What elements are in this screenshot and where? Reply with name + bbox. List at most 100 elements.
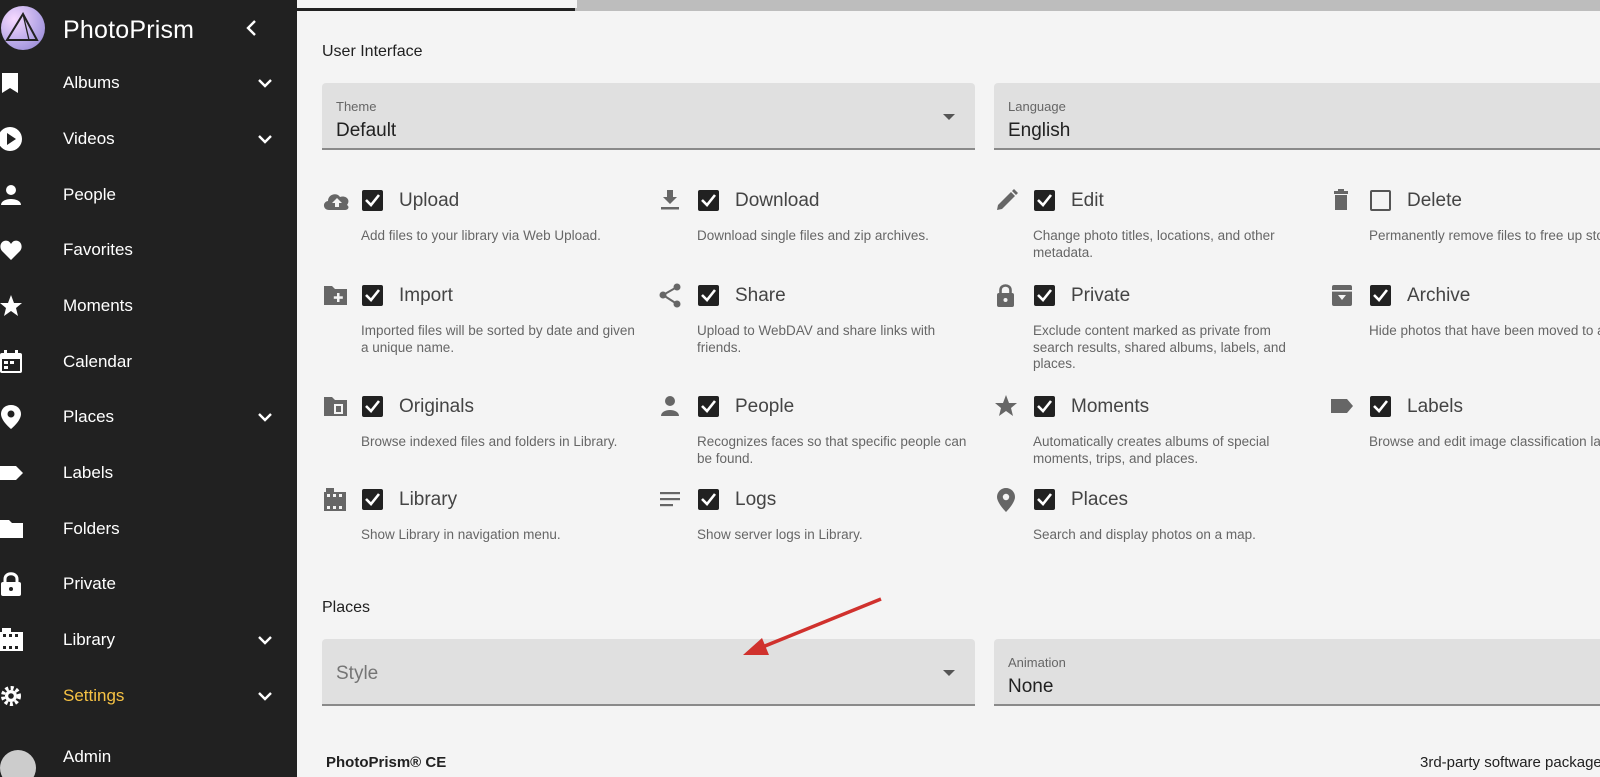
section-title-user-interface: User Interface: [322, 43, 423, 60]
footer-third-party-link[interactable]: 3rd-party software packages: [1420, 754, 1600, 771]
option-description: Show Library in navigation menu.: [361, 527, 561, 542]
option-description: Search and display photos on a map.: [1033, 527, 1256, 542]
delete-checkbox[interactable]: [1370, 190, 1391, 211]
option-title: People: [735, 396, 795, 417]
film-icon: [324, 488, 346, 511]
option-title: Archive: [1407, 285, 1471, 306]
option-description: Add files to your library via Web Upload…: [361, 228, 601, 243]
option-title: Private: [1071, 285, 1131, 306]
language-select[interactable]: Language English: [994, 83, 1600, 150]
sidebar-item-settings[interactable]: Settings: [0, 668, 297, 724]
language-value: English: [1008, 120, 1071, 141]
option-private: Private Exclude content marked as privat…: [994, 283, 1314, 373]
theme-select[interactable]: Theme Default: [322, 83, 975, 150]
sidebar-item-label: Moments: [63, 296, 133, 315]
option-labels: Labels Browse and edit image classificat…: [1330, 394, 1600, 484]
animation-label: Animation: [1008, 655, 1066, 670]
moments-checkbox[interactable]: [1034, 396, 1055, 417]
sidebar-item-folders[interactable]: Folders: [0, 501, 297, 557]
label-icon: [0, 466, 23, 480]
dropdown-caret-icon: [943, 114, 955, 120]
sidebar-item-places[interactable]: Places: [0, 389, 297, 445]
chevron-down-icon[interactable]: [253, 684, 277, 708]
map-style-select[interactable]: Style: [322, 639, 975, 706]
tab-indicator-active: [297, 8, 575, 11]
option-delete: Delete Permanently remove files to free …: [1330, 188, 1600, 278]
star-icon: [995, 395, 1017, 416]
animation-select[interactable]: Animation None: [994, 639, 1600, 706]
bookmark-icon: [2, 73, 18, 93]
map-pin-icon: [1, 405, 21, 429]
folder-plus-icon: [324, 286, 347, 305]
chevron-down-icon[interactable]: [253, 127, 277, 151]
theme-value: Default: [336, 120, 397, 141]
section-title-places: Places: [322, 599, 371, 616]
app-name: PhotoPrism: [63, 16, 195, 44]
labels-checkbox[interactable]: [1370, 396, 1391, 417]
lock-icon: [1, 572, 21, 596]
option-title: Labels: [1407, 396, 1463, 417]
option-moments: Moments Automatically creates albums of …: [994, 394, 1314, 484]
private-checkbox[interactable]: [1034, 285, 1055, 306]
play-circle-icon: [0, 127, 22, 151]
sidebar-item-moments[interactable]: Moments: [0, 278, 297, 334]
download-checkbox[interactable]: [698, 190, 719, 211]
sidebar-item-label: Admin: [63, 747, 112, 766]
sidebar-item-library[interactable]: Library: [0, 612, 297, 668]
option-title: Share: [735, 285, 786, 306]
cloud-upload-icon: [323, 194, 349, 210]
library-checkbox[interactable]: [362, 489, 383, 510]
tab-indicator-bg: [297, 0, 577, 8]
option-originals: Originals Browse indexed files and folde…: [322, 394, 642, 484]
option-share: Share Upload to WebDAV and share links w…: [658, 283, 978, 373]
sidebar-item-albums[interactable]: Albums: [0, 55, 297, 111]
option-description: Permanently remove files to free up stor…: [1369, 228, 1600, 243]
sidebar-item-labels[interactable]: Labels: [0, 445, 297, 501]
option-description: Browse indexed files and folders in Libr…: [361, 434, 618, 449]
import-checkbox[interactable]: [362, 285, 383, 306]
sidebar-item-private[interactable]: Private: [0, 556, 297, 612]
option-description: Recognizes faces so that specific people…: [697, 434, 967, 466]
option-description: Show server logs in Library.: [697, 527, 863, 542]
trash-icon: [1334, 189, 1348, 210]
sidebar-item-admin[interactable]: Admin: [0, 742, 297, 777]
option-logs: Logs Show server logs in Library.: [658, 487, 978, 577]
option-title: Places: [1071, 489, 1129, 510]
chevron-down-icon[interactable]: [253, 405, 277, 429]
sidebar-item-label: Favorites: [63, 240, 133, 259]
option-description: Hide photos that have been moved to arch…: [1369, 323, 1600, 338]
folder-file-icon: [324, 397, 347, 416]
archive-checkbox[interactable]: [1370, 285, 1391, 306]
sidebar-item-favorites[interactable]: Favorites: [0, 222, 297, 278]
collapse-sidebar-icon[interactable]: [240, 16, 264, 40]
logs-checkbox[interactable]: [698, 489, 719, 510]
option-description: Download single files and zip archives.: [697, 228, 929, 243]
sidebar: PhotoPrism Albums Videos People Favorite…: [0, 0, 297, 777]
share-checkbox[interactable]: [698, 285, 719, 306]
originals-checkbox[interactable]: [362, 396, 383, 417]
option-title: Edit: [1071, 190, 1104, 211]
lines-icon: [660, 492, 680, 507]
sidebar-item-videos[interactable]: Videos: [0, 111, 297, 167]
edit-checkbox[interactable]: [1034, 190, 1055, 211]
sidebar-item-label: Calendar: [63, 352, 132, 371]
chevron-down-icon[interactable]: [253, 71, 277, 95]
places-checkbox[interactable]: [1034, 489, 1055, 510]
option-places: Places Search and display photos on a ma…: [994, 487, 1314, 577]
footer-product-name: PhotoPrism® CE: [326, 754, 447, 771]
chevron-down-icon[interactable]: [253, 628, 277, 652]
sidebar-item-calendar[interactable]: Calendar: [0, 334, 297, 390]
people-checkbox[interactable]: [698, 396, 719, 417]
photoprism-logo: [1, 6, 45, 50]
option-description: Browse and edit image classification lab…: [1369, 434, 1600, 449]
sidebar-item-people[interactable]: People: [0, 167, 297, 223]
language-label: Language: [1008, 99, 1066, 114]
animation-value: None: [1008, 676, 1054, 697]
sidebar-item-label: Private: [63, 574, 116, 593]
upload-checkbox[interactable]: [362, 190, 383, 211]
sidebar-item-label: People: [63, 185, 116, 204]
option-upload: Upload Add files to your library via Web…: [322, 188, 642, 278]
option-description: Imported files will be sorted by date an…: [361, 323, 635, 355]
pencil-icon: [997, 189, 1018, 210]
option-description: Upload to WebDAV and share links with fr…: [697, 323, 936, 355]
